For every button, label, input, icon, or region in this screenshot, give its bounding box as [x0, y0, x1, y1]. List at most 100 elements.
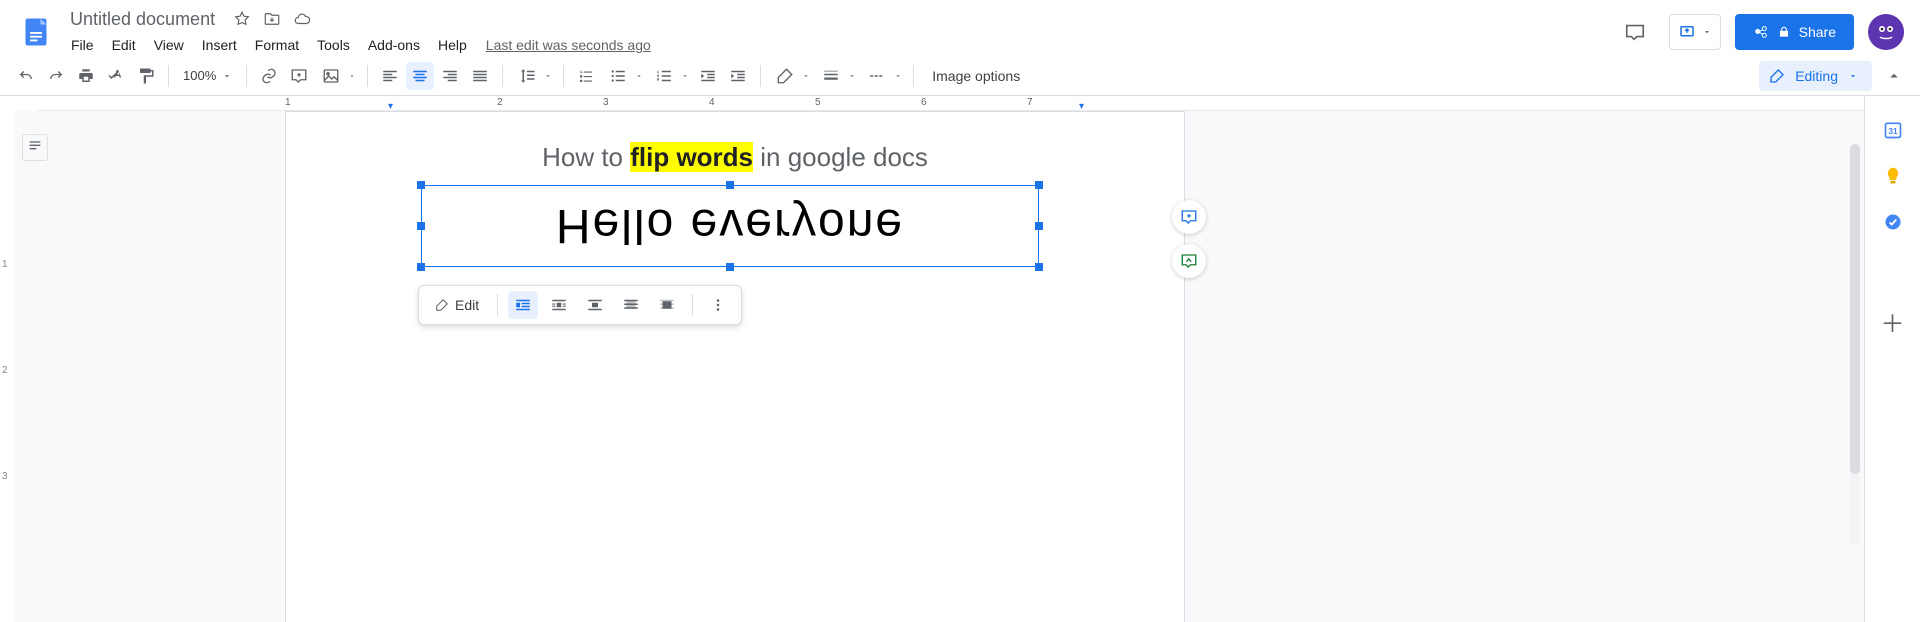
line-spacing-icon[interactable] — [511, 62, 539, 90]
vertical-scrollbar[interactable] — [1850, 144, 1860, 544]
spellcheck-icon[interactable] — [102, 62, 130, 90]
dropdown-arrow-icon[interactable] — [845, 72, 859, 80]
image-context-toolbar: Edit — [418, 285, 742, 325]
menu-format[interactable]: Format — [248, 33, 306, 57]
suggest-edit-bubble-icon[interactable] — [1172, 244, 1206, 278]
checklist-icon[interactable] — [572, 62, 600, 90]
ruler-number: 3 — [603, 97, 609, 108]
toolbar-separator — [497, 294, 498, 316]
keep-app-icon[interactable] — [1883, 166, 1903, 186]
document-area: 1 ▾ 2 3 4 5 6 7 ▾ 1 2 3 How — [0, 96, 1864, 622]
scroll-thumb[interactable] — [1850, 144, 1860, 474]
tasks-app-icon[interactable] — [1883, 212, 1903, 232]
align-center-icon[interactable] — [406, 62, 434, 90]
image-options-button[interactable]: Image options — [922, 64, 1030, 88]
menu-addons[interactable]: Add-ons — [361, 33, 427, 57]
align-left-icon[interactable] — [376, 62, 404, 90]
align-right-icon[interactable] — [436, 62, 464, 90]
document-title[interactable]: Untitled document — [64, 7, 221, 31]
toolbar-separator — [502, 65, 503, 87]
vruler-number: 3 — [2, 471, 8, 482]
wrap-text-icon[interactable] — [544, 291, 574, 319]
heading-text-pre: How to — [542, 142, 630, 172]
hide-menus-icon[interactable] — [1880, 62, 1908, 90]
share-button[interactable]: Share — [1735, 14, 1854, 50]
dropdown-arrow-icon[interactable] — [799, 72, 813, 80]
toolbar-separator — [367, 65, 368, 87]
break-text-icon[interactable] — [580, 291, 610, 319]
paint-format-icon[interactable] — [132, 62, 160, 90]
menu-edit[interactable]: Edit — [105, 33, 143, 57]
ruler-number: 7 — [1027, 97, 1033, 108]
docs-logo[interactable] — [16, 12, 56, 52]
dropdown-arrow-icon[interactable] — [541, 72, 555, 80]
present-button[interactable] — [1669, 14, 1721, 50]
editing-mode-switch[interactable]: Editing — [1759, 61, 1872, 91]
undo-icon[interactable] — [12, 62, 40, 90]
dropdown-arrow-icon[interactable] — [345, 72, 359, 80]
toolbar-separator — [563, 65, 564, 87]
increase-indent-icon[interactable] — [724, 62, 752, 90]
print-icon[interactable] — [72, 62, 100, 90]
toolbar-separator — [913, 65, 914, 87]
insert-image-icon[interactable] — [315, 62, 343, 90]
vertical-ruler[interactable]: 1 2 3 — [0, 111, 15, 622]
document-page[interactable]: How to flip words in google docs Hello e… — [285, 111, 1185, 622]
dropdown-arrow-icon[interactable] — [891, 72, 905, 80]
add-comment-icon[interactable] — [285, 62, 313, 90]
zoom-select[interactable]: 100% — [177, 62, 238, 90]
menu-view[interactable]: View — [147, 33, 191, 57]
add-addon-icon[interactable]: ＋ — [1881, 304, 1905, 339]
numbered-list-icon[interactable] — [648, 62, 676, 90]
vruler-number: 1 — [2, 259, 8, 270]
ruler-number: 4 — [709, 97, 715, 108]
ruler-number: 1 — [285, 97, 291, 108]
image-edit-label: Edit — [455, 297, 479, 313]
zoom-value: 100% — [183, 68, 216, 83]
more-options-icon[interactable] — [703, 291, 733, 319]
toolbar-separator — [692, 294, 693, 316]
wrap-inline-icon[interactable] — [508, 291, 538, 319]
selected-image[interactable]: Hello everyone Edit — [421, 185, 1039, 267]
cloud-status-icon[interactable] — [293, 10, 311, 28]
menu-file[interactable]: File — [64, 33, 101, 57]
add-comment-bubble-icon[interactable] — [1172, 200, 1206, 234]
insert-link-icon[interactable] — [255, 62, 283, 90]
ruler-number: 5 — [815, 97, 821, 108]
app-header: Untitled document File Edit View Insert … — [0, 0, 1920, 56]
dropdown-arrow-icon[interactable] — [632, 72, 646, 80]
ruler-number: 6 — [921, 97, 927, 108]
flipped-text-content: Hello everyone — [421, 185, 1039, 267]
share-button-label: Share — [1799, 24, 1836, 40]
dropdown-arrow-icon[interactable] — [678, 72, 692, 80]
horizontal-ruler[interactable]: 1 ▾ 2 3 4 5 6 7 ▾ — [38, 96, 1864, 111]
border-color-icon[interactable] — [769, 62, 797, 90]
menu-insert[interactable]: Insert — [195, 33, 244, 57]
workspace: 1 ▾ 2 3 4 5 6 7 ▾ 1 2 3 How — [0, 96, 1920, 622]
last-edit-text[interactable]: Last edit was seconds ago — [486, 37, 651, 53]
border-dash-icon[interactable] — [861, 62, 889, 90]
bulleted-list-icon[interactable] — [602, 62, 630, 90]
heading-text-post: in google docs — [753, 142, 928, 172]
align-justify-icon[interactable] — [466, 62, 494, 90]
menu-tools[interactable]: Tools — [310, 33, 357, 57]
border-weight-icon[interactable] — [815, 62, 843, 90]
redo-icon[interactable] — [42, 62, 70, 90]
move-to-folder-icon[interactable] — [263, 10, 281, 28]
star-icon[interactable] — [233, 10, 251, 28]
document-outline-icon[interactable] — [22, 134, 48, 161]
heading-highlight: flip words — [630, 142, 753, 172]
calendar-app-icon[interactable]: 31 — [1883, 120, 1903, 140]
in-front-text-icon[interactable] — [652, 291, 682, 319]
behind-text-icon[interactable] — [616, 291, 646, 319]
avatar[interactable] — [1868, 14, 1904, 50]
toolbar: 100% Image options Editing — [0, 56, 1920, 96]
decrease-indent-icon[interactable] — [694, 62, 722, 90]
document-heading[interactable]: How to flip words in google docs — [356, 142, 1114, 173]
toolbar-separator — [168, 65, 169, 87]
image-edit-button[interactable]: Edit — [427, 293, 487, 317]
toolbar-separator — [760, 65, 761, 87]
menu-help[interactable]: Help — [431, 33, 474, 57]
open-comments-icon[interactable] — [1615, 12, 1655, 52]
toolbar-separator — [246, 65, 247, 87]
